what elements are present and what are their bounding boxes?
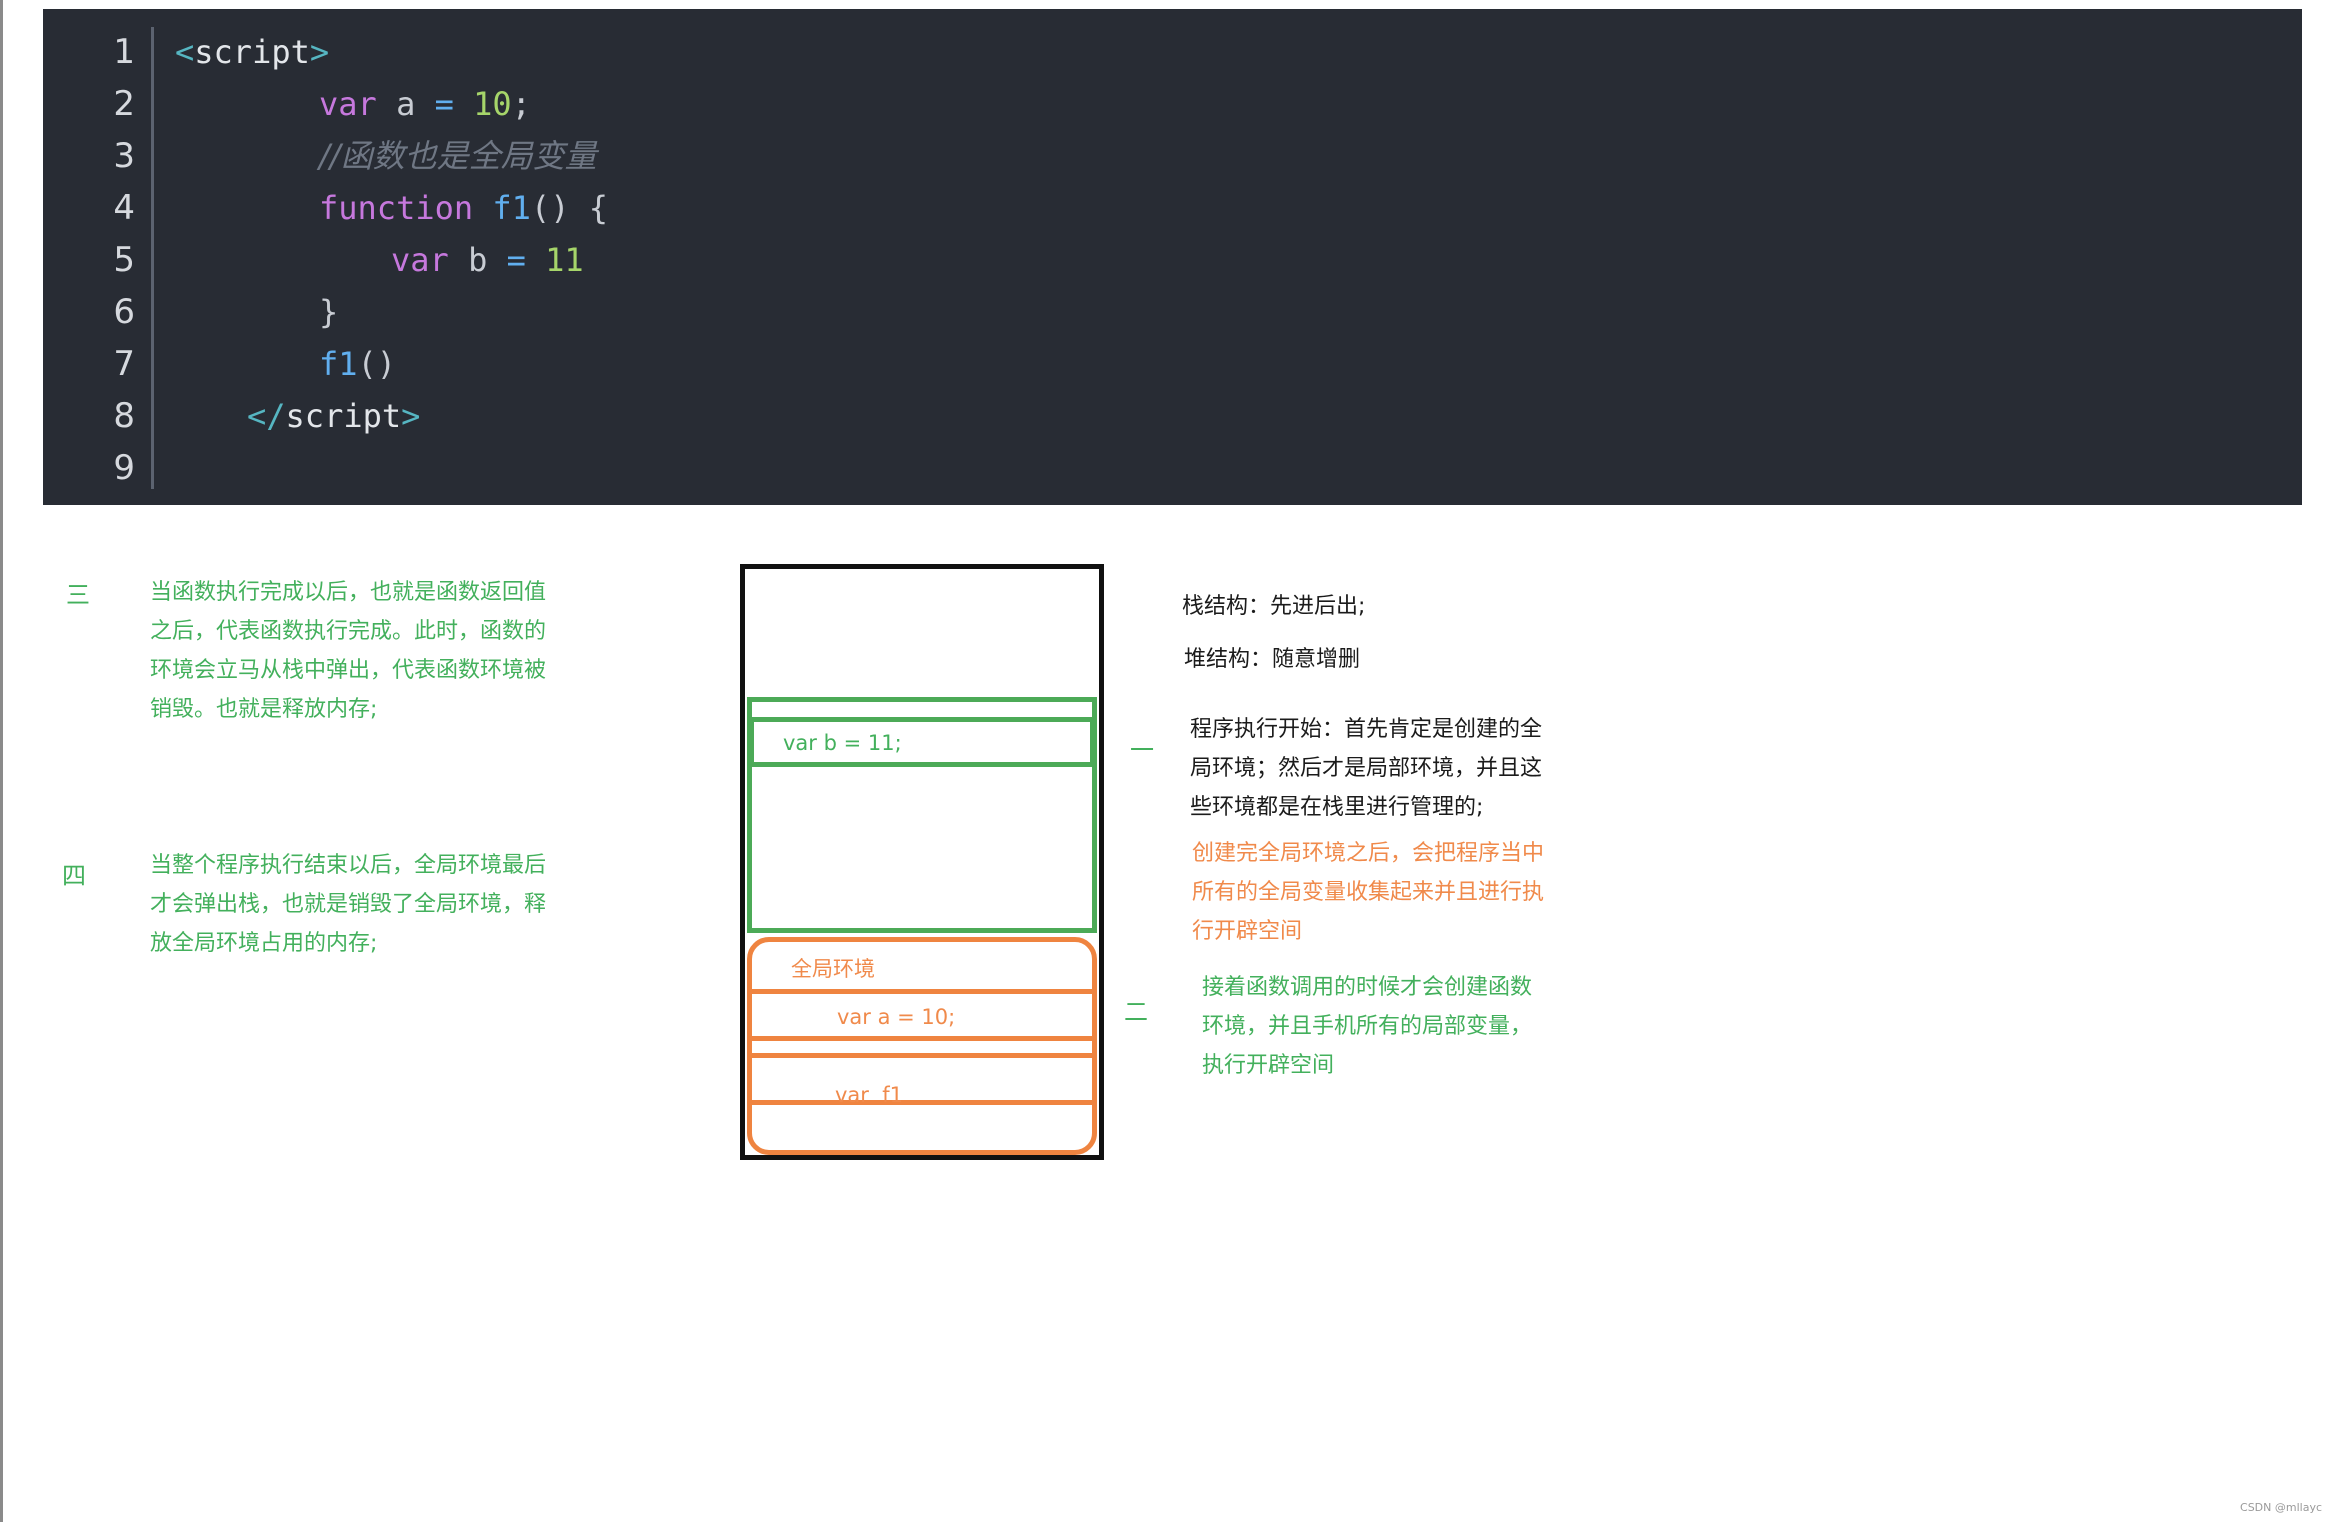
step-two-note: 接着函数调用的时候才会创建函数 环境，并且手机所有的局部变量， 执行开辟空间 bbox=[1202, 968, 1602, 1085]
line-number: 2 bbox=[113, 84, 135, 124]
note-line: 环境，并且手机所有的局部变量， bbox=[1202, 1014, 1533, 1039]
call-stack-diagram: var b = 11; 全局环境 var a = 10; var f1 bbox=[740, 564, 1104, 1160]
note-line: 当函数执行完成以后，也就是函数返回值 bbox=[150, 580, 547, 605]
global-environment-label: 全局环境 bbox=[791, 957, 875, 981]
step-three-note: 当函数执行完成以后，也就是函数返回值 之后，代表函数执行完成。此时，函数的 环境… bbox=[150, 573, 590, 729]
code-line-6: } bbox=[319, 293, 339, 331]
global-var-f1-label: var f1 bbox=[835, 1083, 904, 1107]
line-number: 1 bbox=[113, 32, 135, 72]
code-line-2: var a = 10; bbox=[319, 85, 531, 123]
line-number: 4 bbox=[113, 188, 135, 228]
note-line: 销毁。也就是释放内存; bbox=[150, 697, 378, 722]
step-one-orange-note: 创建完全局环境之后，会把程序当中 所有的全局变量收集起来并且进行执 行开辟空间 bbox=[1192, 834, 1612, 951]
note-line: 放全局环境占用的内存; bbox=[150, 931, 378, 956]
code-line-8: </script> bbox=[247, 397, 421, 435]
note-line: 当整个程序执行结束以后，全局环境最后 bbox=[150, 853, 547, 878]
global-var-f1-slot bbox=[747, 1053, 1097, 1105]
note-line: 局环境；然后才是局部环境，并且这 bbox=[1190, 756, 1543, 781]
heap-definition: 堆结构：随意增删 bbox=[1184, 647, 1361, 672]
note-line: 执行开辟空间 bbox=[1202, 1053, 1335, 1078]
step-two-marker: 二 bbox=[1124, 998, 1148, 1026]
note-line: 创建完全局环境之后，会把程序当中 bbox=[1192, 841, 1545, 866]
stack-definition: 栈结构：先进后出; bbox=[1182, 594, 1366, 619]
line-number: 5 bbox=[113, 240, 135, 280]
line-number: 6 bbox=[113, 292, 135, 332]
code-line-7: f1() bbox=[319, 345, 397, 383]
note-line: 些环境都是在栈里进行管理的; bbox=[1190, 795, 1484, 820]
step-one-marker: 一 bbox=[1130, 736, 1154, 764]
code-line-3-comment: //函数也是全局变量 bbox=[319, 137, 597, 175]
step-one-note: 程序执行开始：首先肯定是创建的全 局环境；然后才是局部环境，并且这 些环境都是在… bbox=[1190, 710, 1610, 827]
line-number: 7 bbox=[113, 344, 135, 384]
watermark-credit: CSDN @mllayc bbox=[2240, 1501, 2322, 1514]
code-line-5: var b = 11 bbox=[391, 241, 584, 279]
note-line: 程序执行开始：首先肯定是创建的全 bbox=[1190, 717, 1543, 742]
step-four-note: 当整个程序执行结束以后，全局环境最后 才会弹出栈，也就是销毁了全局环境，释 放全… bbox=[150, 846, 590, 963]
function-var-b-label: var b = 11; bbox=[783, 731, 902, 755]
line-number: 8 bbox=[113, 396, 135, 436]
note-line: 所有的全局变量收集起来并且进行执 bbox=[1192, 880, 1545, 905]
step-three-marker: 三 bbox=[66, 581, 90, 609]
note-line: 行开辟空间 bbox=[1192, 919, 1303, 944]
page-left-border bbox=[0, 0, 3, 1522]
step-four-marker: 四 bbox=[62, 862, 86, 890]
note-line: 之后，代表函数执行完成。此时，函数的 bbox=[150, 619, 547, 644]
global-var-a-label: var a = 10; bbox=[837, 1005, 956, 1029]
code-line-4: function f1() { bbox=[319, 189, 608, 227]
line-number: 3 bbox=[113, 136, 135, 176]
note-line: 接着函数调用的时候才会创建函数 bbox=[1202, 975, 1533, 1000]
gutter-divider bbox=[151, 27, 154, 489]
note-line: 才会弹出栈，也就是销毁了全局环境，释 bbox=[150, 892, 547, 917]
code-line-1: <script> bbox=[175, 33, 330, 71]
line-number: 9 bbox=[113, 448, 135, 488]
note-line: 环境会立马从栈中弹出，代表函数环境被 bbox=[150, 658, 547, 683]
code-editor: 1 2 3 4 5 6 7 8 9 <script> var a = 10; /… bbox=[43, 9, 2302, 505]
